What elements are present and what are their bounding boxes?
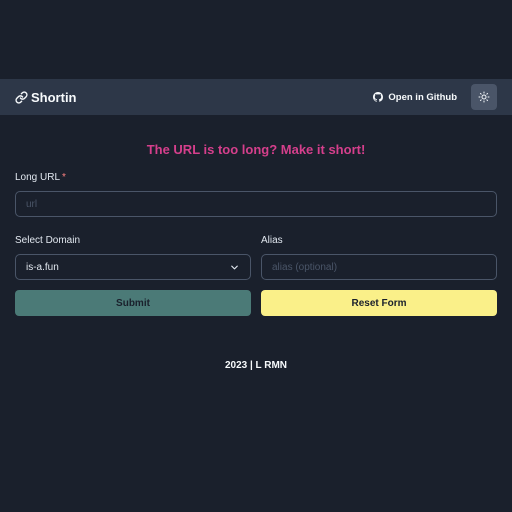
theme-toggle-button[interactable]	[471, 84, 497, 110]
github-icon	[373, 92, 384, 102]
long-url-input[interactable]: url	[15, 191, 497, 217]
domain-select[interactable]: is-a.fun	[15, 254, 251, 280]
long-url-placeholder: url	[26, 198, 38, 210]
alias-placeholder: alias (optional)	[272, 261, 338, 273]
reset-form-button[interactable]: Reset Form	[261, 290, 497, 316]
page-heading: The URL is too long? Make it short!	[146, 142, 366, 157]
long-url-label: Long URL *	[15, 172, 66, 183]
navbar: Shortin Open in Github	[0, 79, 512, 115]
footer-text: 2023 | L RMN	[224, 360, 288, 371]
brand-name: Shortin	[31, 89, 77, 105]
open-in-github-link[interactable]: Open in Github	[373, 92, 457, 103]
brand[interactable]: Shortin	[15, 90, 77, 105]
domain-select-value: is-a.fun	[26, 261, 59, 273]
required-mark: *	[62, 172, 66, 183]
alias-input[interactable]: alias (optional)	[261, 254, 497, 280]
chevron-down-icon	[229, 262, 240, 273]
alias-label: Alias	[261, 235, 283, 246]
select-domain-label: Select Domain	[15, 235, 81, 246]
submit-button[interactable]: Submit	[15, 290, 251, 316]
github-link-label: Open in Github	[388, 91, 457, 103]
link-icon	[15, 90, 28, 104]
sun-icon	[478, 91, 490, 103]
long-url-label-text: Long URL	[15, 172, 61, 183]
